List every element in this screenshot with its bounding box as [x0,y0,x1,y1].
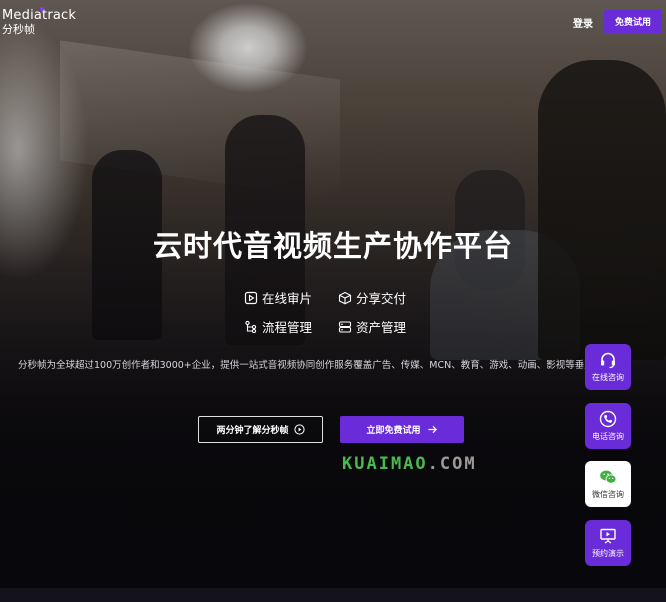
brand-logo[interactable]: Mediatrack 分秒帧 [2,7,77,37]
button-label: 立即免费试用 [366,426,421,436]
storage-icon [338,320,352,333]
feature-asset-management: 资产管理 [338,317,406,336]
watch-intro-video-button[interactable]: 两分钟了解分秒帧 [198,416,323,443]
phone-consult-button[interactable]: 电话咨询 [585,403,631,449]
book-demo-button[interactable]: 预约演示 [585,520,631,566]
watermark-text: KUAIMAO [342,454,428,474]
watermark-suffix: .COM [427,454,477,474]
login-link[interactable]: 登录 [573,15,593,30]
start-free-trial-button[interactable]: 立即免费试用 [340,416,464,443]
wechat-icon [600,470,617,484]
feature-label: 在线审片 [262,291,313,306]
feature-workflow: 流程管理 [244,317,312,336]
feature-online-review: 在线审片 [244,288,312,307]
logo-text-en: Mediatrack [2,8,77,23]
button-label: 两分钟了解分秒帧 [216,426,289,436]
feature-share-delivery: 分享交付 [338,288,406,307]
hero-description: 分秒帧为全球超过100万创作者和3000+企业，提供一站式音视频协同创作服务覆盖… [18,360,623,371]
wechat-consult-button[interactable]: 微信咨询 [585,461,631,507]
side-button-label: 预约演示 [592,549,624,558]
feature-label: 流程管理 [262,320,313,335]
logo-dot [40,7,44,11]
free-trial-button[interactable]: 免费试用 [604,10,662,33]
page-bottom-edge [0,588,666,602]
side-button-label: 在线咨询 [592,373,624,382]
feature-label: 分享交付 [356,291,407,306]
logo-text-cn: 分秒帧 [2,23,35,36]
site-watermark: KUAIMAO.COM [342,454,477,474]
cube-icon [338,291,352,304]
arrow-right-icon [427,425,437,434]
play-circle-icon [293,424,305,435]
hero-overlay [0,0,666,602]
workflow-icon [245,320,257,333]
headset-icon [601,352,615,369]
play-square-icon [244,291,258,304]
presentation-icon [600,528,616,544]
online-consult-button[interactable]: 在线咨询 [585,344,631,390]
side-button-label: 电话咨询 [592,432,624,441]
phone-icon [599,410,617,428]
hero-headline: 云时代音视频生产协作平台 [152,229,513,263]
feature-label: 资产管理 [356,320,407,335]
hero-background [0,0,666,602]
side-button-label: 微信咨询 [592,490,624,499]
